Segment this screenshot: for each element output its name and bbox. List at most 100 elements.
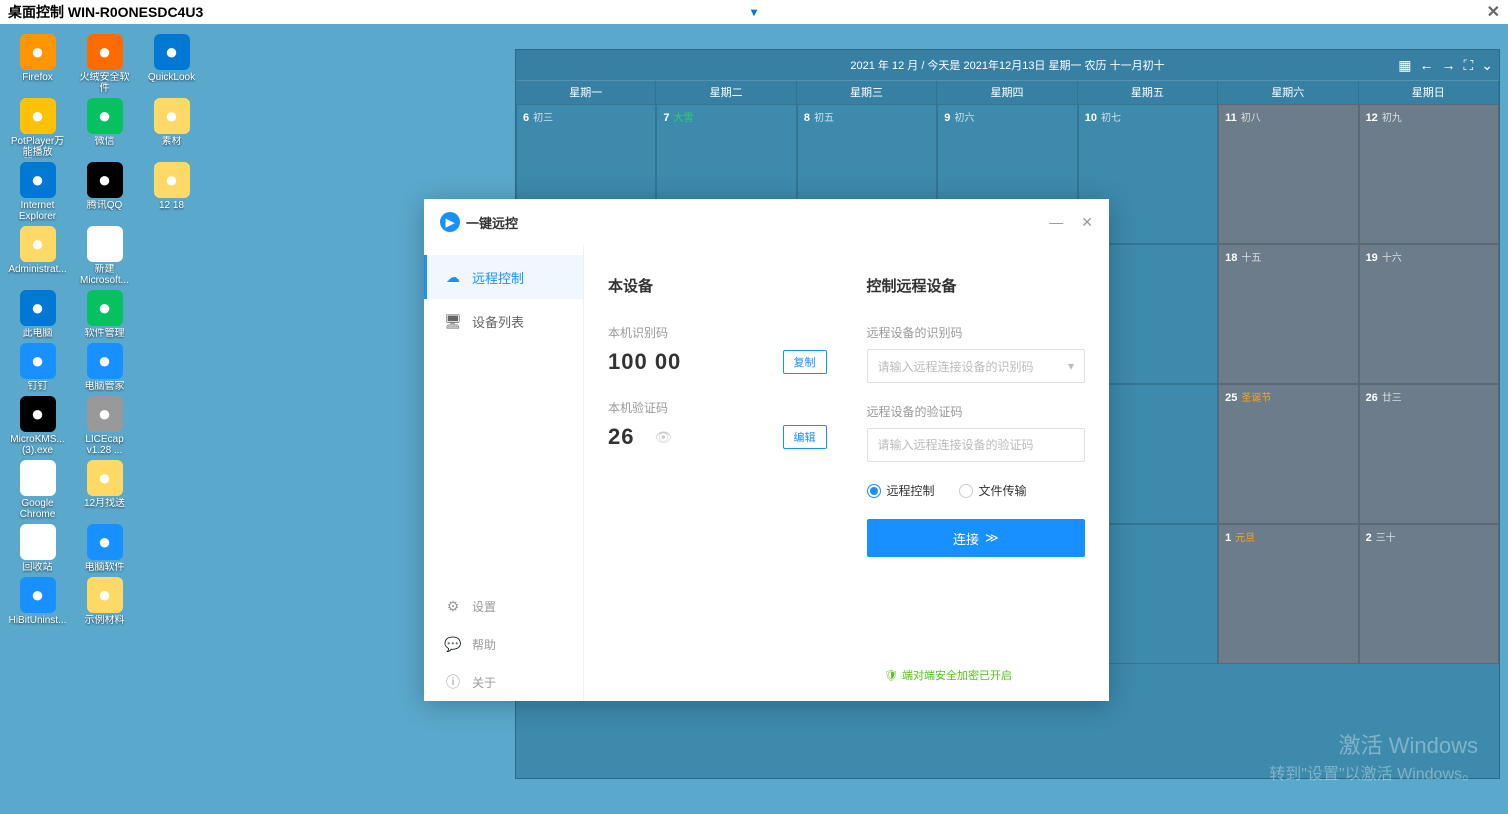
remote-code-input[interactable]: [867, 428, 1086, 462]
calendar-header: 2021 年 12 月 / 今天是 2021年12月13日 星期一 农历 十一月…: [516, 50, 1499, 80]
app-sidebar: ☁ 远程控制 🖥 设备列表 ⚙ 设置 💬 帮助: [424, 245, 584, 701]
app-icon: ●: [154, 98, 190, 134]
calendar-cell[interactable]: 19十六: [1359, 244, 1499, 384]
arrow-right-icon: ≫: [985, 530, 999, 546]
desktop-icon[interactable]: ●新建 Microsoft...: [77, 226, 132, 286]
desktop-icon[interactable]: ●Internet Explorer: [10, 162, 65, 222]
close-icon[interactable]: ✕: [1081, 214, 1093, 231]
calendar-expand-icon[interactable]: ⛶: [1463, 57, 1473, 74]
remote-id-label: 远程设备的识别码: [867, 324, 1086, 341]
app-icon: ●: [87, 577, 123, 613]
desktop-icon[interactable]: ●腾讯QQ: [77, 162, 132, 222]
desktop-icon[interactable]: ●电脑管家: [77, 343, 132, 392]
nav-settings[interactable]: ⚙ 设置: [424, 587, 583, 625]
desktop-icon[interactable]: ●电脑软件: [77, 524, 132, 573]
icon-label: Firefox: [22, 72, 53, 83]
app-logo: ▶ 一键远控: [440, 212, 518, 232]
icon-label: PotPlayer万能播放器.exe: [10, 136, 65, 158]
app-icon: ●: [154, 34, 190, 70]
app-icon: ●: [87, 396, 123, 432]
radio-file-transfer[interactable]: 文件传输: [959, 482, 1027, 499]
close-icon[interactable]: ✕: [1487, 2, 1500, 22]
edit-button[interactable]: 编辑: [783, 425, 827, 449]
desktop-icon[interactable]: ● 示例材料: [77, 577, 132, 626]
desktop-icon[interactable]: ● QuickLook: [144, 34, 199, 94]
remote-id-select[interactable]: 请输入远程连接设备的识别码 ▾: [867, 349, 1086, 383]
desktop-icon[interactable]: ● 素材: [144, 98, 199, 158]
desktop-icon[interactable]: ● 软件管理: [77, 290, 132, 339]
app-icon: ●: [87, 34, 123, 70]
app-icon: ●: [20, 460, 56, 496]
calendar-cell[interactable]: 11初八: [1218, 104, 1358, 244]
icon-label: 12月找送: [84, 498, 125, 509]
calendar-menu-icon[interactable]: ⌄: [1481, 57, 1493, 74]
desktop-icon[interactable]: ●火绒安全软件: [77, 34, 132, 94]
app-icon: ●: [87, 290, 123, 326]
security-status: 🛡 端对端安全加密已开启: [884, 667, 1012, 683]
remote-control-app: ▶ 一键远控 — ✕ ☁ 远程控制 🖥 设备列表: [424, 199, 1109, 701]
calendar-today-icon[interactable]: ▦: [1398, 57, 1411, 74]
desktop-icon[interactable]: ●12 18: [144, 162, 199, 222]
desktop-icon[interactable]: ●PotPlayer万能播放器.exe: [10, 98, 65, 158]
nav-help[interactable]: 💬 帮助: [424, 625, 583, 663]
icon-label: 电脑软件: [85, 562, 125, 573]
calendar-prev-icon[interactable]: ←: [1419, 57, 1433, 74]
desktop-icon[interactable]: ●微信: [77, 98, 132, 158]
app-icon: ●: [20, 343, 56, 379]
desktop-icon[interactable]: ●Administrat...: [10, 226, 65, 286]
desktop-icon[interactable]: ●MicroKMS... (3).exe: [10, 396, 65, 456]
weekday-label: 星期一: [516, 81, 656, 104]
icon-label: 钉钉: [28, 381, 48, 392]
remote-device-panel: 控制远程设备 远程设备的识别码 请输入远程连接设备的识别码 ▾ 远程设备的验证码…: [867, 275, 1086, 681]
app-icon: ●: [20, 396, 56, 432]
minimize-icon[interactable]: —: [1049, 214, 1063, 231]
connect-button[interactable]: 连接 ≫: [867, 519, 1086, 557]
icon-label: 软件管理: [85, 328, 125, 339]
icon-label: QuickLook: [148, 72, 195, 83]
desktop-icon[interactable]: ●HiBitUninst...: [10, 577, 65, 626]
calendar-cell[interactable]: 12初九: [1359, 104, 1499, 244]
icon-label: 火绒安全软件: [77, 72, 132, 94]
play-icon: ▶: [440, 212, 460, 232]
weekday-label: 星期六: [1218, 81, 1358, 104]
copy-button[interactable]: 复制: [783, 350, 827, 374]
windows-activation-watermark: 激活 Windows 转到"设置"以激活 Windows。: [1269, 728, 1478, 784]
calendar-next-icon[interactable]: →: [1441, 57, 1455, 74]
local-id-label: 本机识别码: [608, 324, 827, 341]
app-icon: ●: [87, 162, 123, 198]
desktop-icon[interactable]: ●此电脑: [10, 290, 65, 339]
chevron-down-icon: ▾: [1068, 359, 1074, 373]
eye-icon[interactable]: 👁: [654, 429, 672, 446]
nav-about[interactable]: ⓘ 关于: [424, 663, 583, 701]
app-icon: ●: [20, 226, 56, 262]
app-icon: ●: [87, 98, 123, 134]
calendar-controls: ▦ ← → ⛶ ⌄: [1398, 57, 1493, 74]
desktop-icon[interactable]: ●回收站: [10, 524, 65, 573]
calendar-cell[interactable]: 18十五: [1218, 244, 1358, 384]
nav-device-list[interactable]: 🖥 设备列表: [424, 299, 583, 343]
chevron-down-icon[interactable]: ▾: [751, 5, 757, 19]
radio-remote-control[interactable]: 远程控制: [867, 482, 935, 499]
weekday-label: 星期日: [1359, 81, 1499, 104]
calendar-cell[interactable]: 26廿三: [1359, 384, 1499, 524]
nav-remote-control[interactable]: ☁ 远程控制: [424, 255, 583, 299]
shield-icon: 🛡: [884, 669, 898, 682]
weekday-label: 星期五: [1078, 81, 1218, 104]
desktop-icon[interactable]: ● 12月找送: [77, 460, 132, 520]
icon-label: 示例材料: [85, 615, 125, 626]
icon-label: 素材: [162, 136, 182, 147]
desktop-icon[interactable]: ●Firefox: [10, 34, 65, 94]
calendar-cell[interactable]: 1元旦: [1218, 524, 1358, 664]
icon-label: Internet Explorer: [10, 200, 65, 222]
remote-code-label: 远程设备的验证码: [867, 403, 1086, 420]
calendar-cell[interactable]: 25圣诞节: [1218, 384, 1358, 524]
desktop-icon[interactable]: ●LICEcap v1.28 ...: [77, 396, 132, 456]
window-titlebar: 桌面控制 WIN-R0ONESDC4U3 ▾ ✕: [0, 0, 1508, 24]
app-icon: ●: [20, 577, 56, 613]
desktop-icon[interactable]: ●Google Chrome: [10, 460, 65, 520]
weekday-label: 星期四: [937, 81, 1077, 104]
app-icon: ●: [87, 460, 123, 496]
calendar-cell[interactable]: 2三十: [1359, 524, 1499, 664]
radio-dot-icon: [959, 484, 973, 498]
desktop-icon[interactable]: ● 钉钉: [10, 343, 65, 392]
